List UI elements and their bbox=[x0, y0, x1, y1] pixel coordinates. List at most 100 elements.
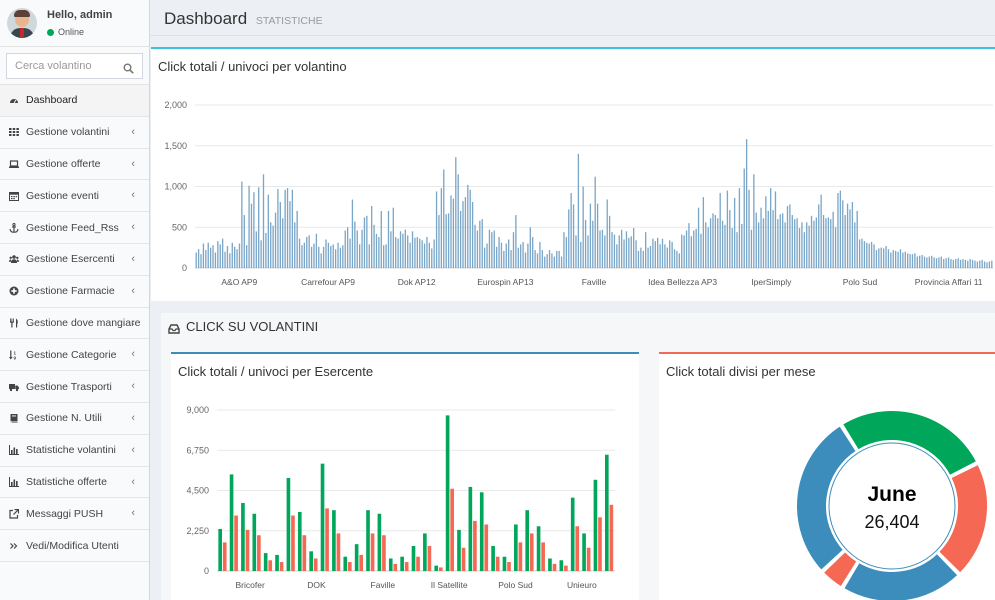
chart-bar bbox=[546, 254, 548, 268]
chart-bar bbox=[330, 245, 332, 268]
chart-bar bbox=[577, 153, 580, 268]
donut-center-label: June bbox=[867, 483, 916, 506]
chart-bar bbox=[983, 261, 986, 268]
chart-bar bbox=[649, 245, 652, 268]
chart-bar bbox=[313, 243, 315, 268]
chart-bar bbox=[471, 201, 474, 268]
chart-bar bbox=[801, 222, 803, 268]
y-tick-label: 6,750 bbox=[186, 445, 209, 455]
chevron-left-icon[interactable]: ‹ bbox=[131, 412, 135, 424]
chevron-left-icon[interactable]: ‹ bbox=[131, 189, 135, 201]
chart-bar bbox=[464, 197, 467, 268]
chevron-left-icon[interactable]: ‹ bbox=[131, 285, 135, 297]
chart-bar bbox=[344, 230, 346, 268]
chart-bar bbox=[375, 233, 378, 268]
chart-bar bbox=[582, 186, 584, 268]
chart-bar bbox=[200, 254, 202, 268]
chart-bar bbox=[767, 210, 769, 268]
chart-bar bbox=[498, 237, 500, 268]
chart-bar bbox=[327, 242, 330, 268]
chart-bar bbox=[207, 242, 209, 268]
chart-bar bbox=[202, 243, 205, 268]
chart-bar bbox=[856, 210, 858, 268]
page-subtitle: statistiche bbox=[255, 15, 323, 27]
chart-bar bbox=[411, 545, 416, 571]
chart-bar bbox=[991, 260, 993, 268]
external-link-icon bbox=[9, 508, 20, 519]
chart-bar bbox=[291, 189, 294, 268]
chart-bar bbox=[495, 556, 500, 571]
chart-bar bbox=[248, 185, 250, 268]
x-tick-label: Faville bbox=[371, 580, 396, 590]
chart-bar bbox=[825, 218, 827, 268]
chart-bar bbox=[315, 233, 318, 268]
chevron-left-icon[interactable]: ‹ bbox=[131, 444, 135, 456]
chevron-left-icon[interactable]: ‹ bbox=[131, 348, 135, 360]
sidebar-item-gestione-feed-rss[interactable]: Gestione Feed_Rss ‹ bbox=[0, 212, 149, 244]
chevron-left-icon[interactable]: ‹ bbox=[131, 126, 135, 138]
chart-bar bbox=[229, 253, 231, 268]
chart-bar bbox=[714, 215, 717, 268]
donut-center bbox=[828, 442, 956, 570]
chart-clicks-per-month: June 26,404 bbox=[795, 409, 989, 600]
chart-bar bbox=[431, 248, 433, 268]
sidebar-item-gestione-categorie[interactable]: 1 9 Gestione Categorie ‹ bbox=[0, 339, 149, 372]
chart-bar bbox=[515, 215, 517, 268]
search-input[interactable] bbox=[15, 60, 115, 72]
x-tick-label: Faville bbox=[582, 277, 607, 287]
chart-bar bbox=[473, 520, 477, 571]
sidebar-item-gestione-trasporti[interactable]: Gestione Trasporti ‹ bbox=[0, 371, 149, 403]
sidebar-item-gestione-esercenti[interactable]: Gestione Esercenti ‹ bbox=[0, 244, 149, 276]
chart-bar bbox=[589, 203, 592, 268]
sidebar-item-gestione-volantini[interactable]: Gestione volantini ‹ bbox=[0, 117, 149, 149]
chart-bar bbox=[260, 240, 262, 268]
chevron-left-icon[interactable]: ‹ bbox=[131, 476, 135, 488]
chart-bar bbox=[971, 259, 974, 268]
chart-bar bbox=[712, 213, 714, 268]
chart-bar bbox=[503, 250, 505, 268]
avatar[interactable] bbox=[7, 8, 37, 38]
chart-bar bbox=[231, 242, 233, 268]
chevron-left-icon[interactable]: ‹ bbox=[131, 380, 135, 392]
chart-bar bbox=[911, 254, 914, 268]
chart-bar bbox=[837, 193, 839, 268]
sidebar-item-gestione-dove-mangiare[interactable]: Gestione dove mangiare ‹ bbox=[0, 308, 149, 340]
sidebar-item-vedi-modifica-utenti[interactable]: Vedi/Modifica Utenti bbox=[0, 530, 149, 562]
chart-bar bbox=[339, 247, 342, 268]
sidebar-item-gestione-farmacie[interactable]: Gestione Farmacie ‹ bbox=[0, 276, 149, 308]
chart-bar bbox=[486, 243, 488, 268]
chart-bar bbox=[313, 558, 318, 571]
search-icon[interactable] bbox=[123, 61, 134, 74]
chevron-left-icon[interactable]: ‹ bbox=[131, 317, 135, 329]
chart-bar bbox=[343, 556, 348, 571]
chart-bar bbox=[270, 222, 272, 268]
chart-bar bbox=[483, 247, 486, 268]
chart-bar bbox=[508, 239, 510, 268]
chart-bar bbox=[529, 533, 534, 571]
sidebar-item-label: Gestione Esercenti bbox=[26, 253, 115, 266]
sidebar-item-statistiche-offerte[interactable]: Statistiche offerte ‹ bbox=[0, 467, 149, 499]
sidebar-item-gestione-n-utili[interactable]: Gestione N. Utili ‹ bbox=[0, 403, 149, 435]
sidebar-item-dashboard[interactable]: Dashboard bbox=[0, 85, 149, 117]
laptop-icon bbox=[9, 159, 19, 169]
chart-bar bbox=[226, 245, 229, 268]
x-tick-label: Il Satellite bbox=[431, 580, 468, 590]
chart-bar bbox=[726, 190, 729, 268]
chart-bar bbox=[909, 254, 911, 268]
sidebar-item-gestione-offerte[interactable]: Gestione offerte ‹ bbox=[0, 149, 149, 181]
chart-bar bbox=[861, 238, 863, 268]
chevron-left-icon[interactable]: ‹ bbox=[131, 507, 135, 519]
chevron-left-icon[interactable]: ‹ bbox=[131, 158, 135, 170]
sidebar-item-gestione-eventi[interactable]: Gestione eventi ‹ bbox=[0, 180, 149, 213]
chart-bar bbox=[536, 253, 539, 268]
sidebar-item-label: Gestione Farmacie bbox=[26, 285, 115, 298]
sidebar-item-messaggi-push[interactable]: Messaggi PUSH ‹ bbox=[0, 498, 149, 531]
chart-bar bbox=[666, 247, 668, 268]
chart-bar bbox=[268, 560, 273, 571]
sort-icon: 19 bbox=[9, 350, 19, 360]
chart-bar bbox=[303, 242, 306, 268]
chart-bar bbox=[306, 237, 308, 268]
sidebar-item-statistiche-volantini[interactable]: Statistiche volantini ‹ bbox=[0, 435, 149, 467]
chevron-left-icon[interactable]: ‹ bbox=[131, 221, 135, 233]
chevron-left-icon[interactable]: ‹ bbox=[131, 253, 135, 265]
